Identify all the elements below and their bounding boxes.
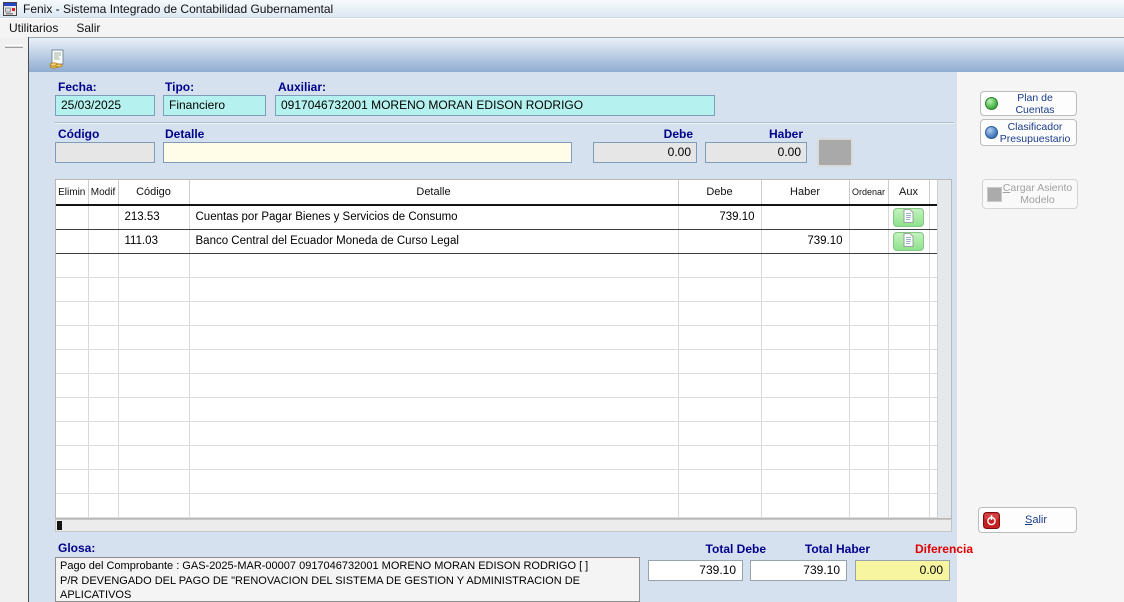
blue-sphere-icon [985, 126, 998, 139]
fecha-field[interactable]: 25/03/2025 [55, 95, 155, 116]
cell-codigo: 213.53 [118, 205, 189, 229]
debe-label: Debe [593, 127, 693, 141]
fecha-label: Fecha: [58, 80, 97, 94]
col-codigo: Código [118, 180, 189, 205]
col-debe: Debe [678, 180, 761, 205]
window-title: Fenix - Sistema Integrado de Contabilida… [23, 2, 333, 16]
auxiliar-field[interactable]: 0917046732001 MORENO MORAN EDISON RODRIG… [275, 95, 715, 116]
codigo-label: Código [58, 127, 99, 141]
entries-grid: Elimin Modif Código Detalle Debe Haber O… [55, 179, 952, 519]
detalle-field[interactable] [163, 142, 572, 163]
document-coins-icon [47, 57, 67, 72]
tipo-field[interactable]: Financiero [163, 95, 266, 116]
total-debe-label: Total Debe [648, 542, 766, 556]
voucher-tool-button[interactable] [46, 49, 68, 71]
cell-haber: 739.10 [761, 229, 849, 253]
entries-grid-body: 213.53 Cuentas por Pagar Bienes y Servic… [56, 205, 937, 517]
detalle-label: Detalle [165, 127, 204, 141]
table-row-empty [56, 493, 937, 517]
cell-debe: 739.10 [678, 205, 761, 229]
cell-elimin[interactable] [56, 229, 88, 253]
cell-detalle: Cuentas por Pagar Bienes y Servicios de … [189, 205, 678, 229]
left-panel-strip [0, 37, 29, 602]
main-panel: Fecha: Tipo: Auxiliar: 25/03/2025 Financ… [29, 37, 1124, 602]
table-row-empty [56, 349, 937, 373]
separator-line [55, 122, 954, 124]
clasificador-presupuestario-label: Clasificador Presupuestario [998, 121, 1072, 145]
auxiliar-label: Auxiliar: [278, 80, 326, 94]
title-bar: Fenix - Sistema Integrado de Contabilida… [0, 0, 1124, 18]
table-row[interactable]: 213.53 Cuentas por Pagar Bienes y Servic… [56, 205, 937, 229]
cell-debe [678, 229, 761, 253]
gray-square-button[interactable] [817, 138, 853, 167]
haber-label: Haber [705, 127, 803, 141]
total-haber-label: Total Haber [750, 542, 870, 556]
app-window: Fenix - Sistema Integrado de Contabilida… [0, 0, 1124, 602]
grid-header-row: Elimin Modif Código Detalle Debe Haber O… [56, 180, 937, 205]
table-row-empty [56, 445, 937, 469]
glosa-label: Glosa: [58, 541, 95, 555]
col-detalle: Detalle [189, 180, 678, 205]
panel-grip[interactable] [5, 45, 23, 48]
scrollbar-thumb[interactable] [57, 521, 62, 530]
document-lines-icon [903, 233, 914, 250]
table-row[interactable]: 111.03 Banco Central del Ecuador Moneda … [56, 229, 937, 253]
horizontal-scrollbar[interactable] [55, 519, 952, 532]
cell-ordenar[interactable] [849, 229, 888, 253]
cell-modif[interactable] [88, 205, 118, 229]
codigo-field[interactable] [55, 142, 155, 163]
cargar-asiento-modelo-label: Cargar Asiento Modelo [1002, 182, 1073, 206]
power-icon [983, 512, 1000, 529]
cell-elimin[interactable] [56, 205, 88, 229]
vertical-scrollbar[interactable] [937, 180, 951, 518]
document-lines-icon [903, 209, 914, 226]
haber-field[interactable]: 0.00 [705, 142, 807, 163]
col-stub [929, 180, 937, 205]
cell-modif[interactable] [88, 229, 118, 253]
menu-bar: Utilitarios Salir [0, 19, 1124, 37]
plan-de-cuentas-button[interactable]: Plan de Cuentas [980, 91, 1077, 116]
table-row-empty [56, 277, 937, 301]
diferencia-label: Diferencia [855, 542, 973, 556]
table-row-empty [56, 301, 937, 325]
cell-detalle: Banco Central del Ecuador Moneda de Curs… [189, 229, 678, 253]
diferencia-field: 0.00 [855, 560, 950, 581]
cargar-asiento-modelo-button[interactable]: Cargar Asiento Modelo [982, 179, 1078, 209]
col-haber: Haber [761, 180, 849, 205]
salir-button-label: Salir [1000, 514, 1072, 526]
cell-haber [761, 205, 849, 229]
col-elimin: Elimin [56, 180, 88, 205]
table-row-empty [56, 325, 937, 349]
app-icon [3, 2, 17, 16]
table-row-empty [56, 469, 937, 493]
col-ordenar: Ordenar [849, 180, 888, 205]
total-debe-field: 739.10 [648, 560, 743, 581]
table-row-empty [56, 373, 937, 397]
table-row-empty [56, 253, 937, 277]
menu-item-utilitarios[interactable]: Utilitarios [0, 20, 67, 36]
col-aux: Aux [888, 180, 929, 205]
toolbar-band [29, 38, 1124, 72]
plan-de-cuentas-label: Plan de Cuentas [998, 92, 1072, 116]
cell-aux [888, 229, 929, 253]
table-row-empty [56, 421, 937, 445]
gray-square-icon [987, 187, 1002, 202]
cell-aux [888, 205, 929, 229]
total-haber-field: 739.10 [750, 560, 847, 581]
glosa-textarea[interactable]: Pago del Comprobante : GAS-2025-MAR-0000… [55, 557, 640, 602]
clasificador-presupuestario-button[interactable]: Clasificador Presupuestario [980, 119, 1077, 146]
salir-button[interactable]: Salir [978, 507, 1077, 533]
debe-field[interactable]: 0.00 [593, 142, 697, 163]
tipo-label: Tipo: [165, 80, 194, 94]
cell-ordenar[interactable] [849, 205, 888, 229]
aux-button[interactable] [893, 232, 924, 251]
cell-codigo: 111.03 [118, 229, 189, 253]
green-sphere-icon [985, 97, 998, 110]
table-row-empty [56, 397, 937, 421]
aux-button[interactable] [893, 208, 924, 227]
col-modif: Modif [88, 180, 118, 205]
menu-item-salir[interactable]: Salir [67, 20, 109, 36]
